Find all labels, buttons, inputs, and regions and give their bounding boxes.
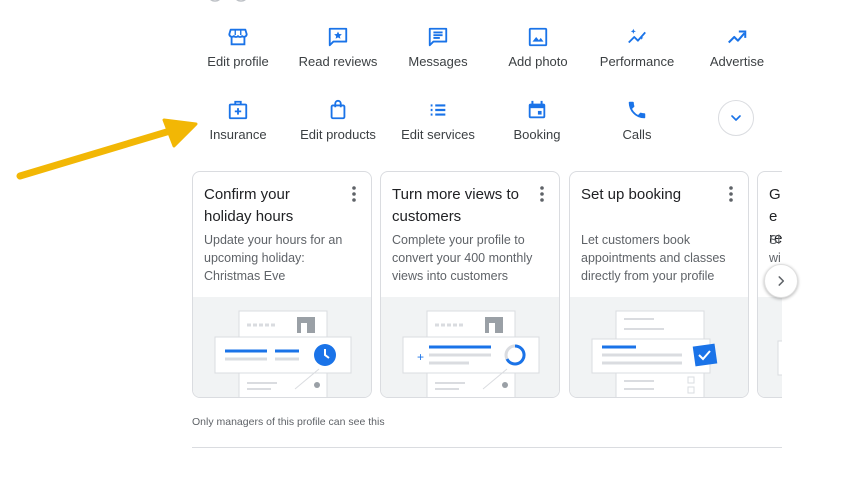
card-description: Complete your profile to convert your 40… <box>392 233 533 283</box>
card-views-to-customers[interactable]: Turn more views to customers Complete yo… <box>380 171 560 398</box>
card-title: Set up booking <box>581 186 682 203</box>
card-description: Let customers book appointments and clas… <box>581 233 726 283</box>
managers-only-note: Only managers of this profile can see th… <box>192 416 385 428</box>
svg-text:+: + <box>417 350 424 364</box>
card-description: Sh wi <box>769 233 782 265</box>
card-description: Update your hours for an upcoming holida… <box>204 233 343 283</box>
divider <box>192 447 782 448</box>
card-holiday-hours[interactable]: Confirm your holiday hours Update your h… <box>192 171 372 398</box>
card-illustration <box>193 297 371 397</box>
chevron-right-icon <box>778 276 785 286</box>
more-vert-icon[interactable] <box>539 185 545 203</box>
more-vert-icon[interactable] <box>728 185 734 203</box>
card-set-up-booking[interactable]: Set up booking Let customers book appoin… <box>569 171 749 398</box>
carousel-next-button[interactable] <box>764 264 798 298</box>
card-title: Confirm your holiday hours <box>204 186 294 225</box>
suggestion-carousel: Confirm your holiday hours Update your h… <box>0 0 782 483</box>
more-vert-icon[interactable] <box>351 185 357 203</box>
card-illustration <box>758 297 782 397</box>
card-illustration <box>570 297 748 397</box>
card-illustration: + <box>381 297 559 397</box>
card-title: Turn more views to customers <box>392 186 519 225</box>
